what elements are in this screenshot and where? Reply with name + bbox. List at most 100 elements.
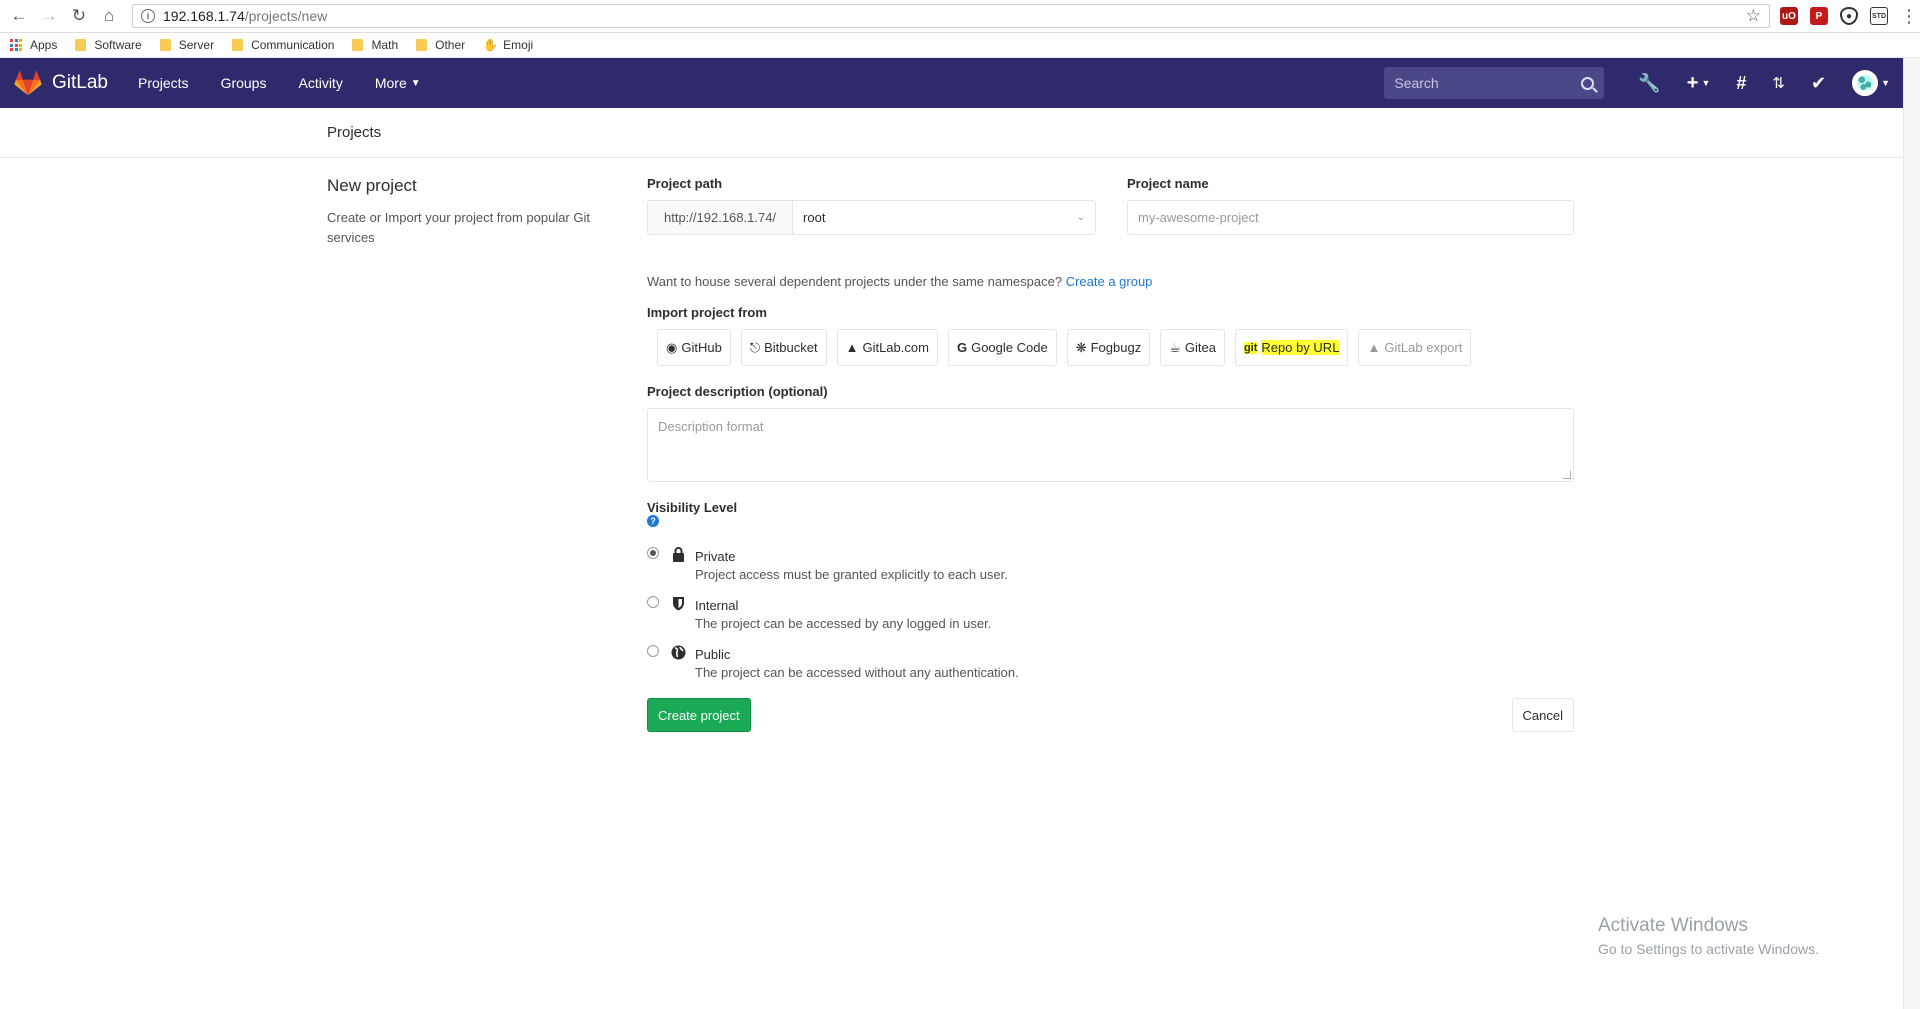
folder-icon (159, 39, 171, 51)
form-actions: Create project Cancel (647, 698, 1574, 732)
private-title: Private (695, 549, 736, 564)
project-path-input-group: http://192.168.1.74/ root ⌄ (647, 200, 1096, 235)
ublock-icon[interactable]: uO (1780, 7, 1798, 25)
internal-title: Internal (695, 598, 739, 613)
chevron-down-icon: ▼ (1701, 78, 1711, 88)
reload-icon[interactable]: ↻ (66, 3, 92, 29)
shield-extension-icon[interactable]: ● (1840, 7, 1858, 25)
hashtag-icon[interactable]: # (1736, 73, 1746, 94)
cancel-button[interactable]: Cancel (1511, 698, 1574, 732)
user-menu[interactable]: ▼ (1852, 70, 1890, 96)
bookmark-star-icon[interactable]: ☆ (1746, 6, 1761, 26)
bookmark-label: Communication (251, 38, 335, 52)
path-name-row: Project path http://192.168.1.74/ root ⌄… (647, 176, 1574, 235)
nav-more[interactable]: More ▼ (375, 75, 421, 91)
create-group-link[interactable]: Create a group (1066, 274, 1153, 289)
navbar-right: Search 🔧 + ▼ # ⇅ ✔ ▼ (1384, 67, 1890, 99)
folder-icon (352, 39, 364, 51)
gitlab-icon: ▲ (1367, 340, 1381, 355)
bookmark-server[interactable]: Server (159, 38, 214, 52)
import-project-label: Import project from (647, 305, 767, 320)
bookmark-other[interactable]: Other (416, 38, 465, 52)
extensions: uO P ● STD (1780, 7, 1888, 25)
browser-menu-icon[interactable]: ⋮ (1900, 6, 1918, 27)
new-plus-icon[interactable]: + ▼ (1687, 72, 1711, 95)
bookmark-software[interactable]: Software (75, 38, 142, 52)
search-input[interactable]: Search (1384, 67, 1605, 99)
import-gitlab-export-button[interactable]: ▲ GitLab export (1358, 329, 1472, 366)
project-name-label: Project name (1127, 176, 1209, 191)
help-icon[interactable]: ? (647, 515, 659, 527)
git-icon: git (1243, 341, 1258, 354)
nav-more-label: More (374, 75, 407, 91)
page-title: Projects (0, 108, 1920, 158)
back-arrow-icon[interactable]: ← (6, 3, 32, 29)
radio-internal[interactable] (647, 596, 659, 608)
todo-check-icon[interactable]: ✔ (1811, 73, 1826, 94)
bookmarks-bar: Apps Software Server Communication Math … (0, 33, 1920, 58)
visibility-label: Visibility Level ? (647, 500, 1574, 527)
gitlab-brand: GitLab (52, 72, 108, 93)
import-google-code-label: Google Code (971, 340, 1048, 355)
bookmark-math[interactable]: Math (352, 38, 398, 52)
import-gitlab-com-label: GitLab.com (862, 340, 929, 355)
import-gitlab-export-label: GitLab export (1384, 340, 1463, 355)
new-project-form: Project path http://192.168.1.74/ root ⌄… (647, 176, 1574, 732)
address-bar[interactable]: i 192.168.1.74/projects/new ☆ (132, 4, 1770, 28)
import-gitea-button[interactable]: ☕ Gitea (1160, 329, 1225, 366)
gitlab-navbar: GitLab Projects Groups Activity More ▼ Se… (0, 58, 1920, 108)
description-label: Project description (optional) (647, 384, 828, 399)
wrench-icon[interactable]: 🔧 (1638, 73, 1660, 94)
project-name-input[interactable]: my-awesome-project (1127, 200, 1574, 235)
main-nav-links: Projects Groups Activity More ▼ (138, 75, 421, 91)
new-project-description: Create or Import your project from popul… (327, 210, 590, 245)
import-repo-by-url-button[interactable]: git Repo by URL (1234, 329, 1349, 366)
forward-arrow-icon[interactable]: → (36, 3, 62, 29)
create-project-button[interactable]: Create project (647, 698, 751, 732)
search-placeholder: Search (1394, 75, 1439, 91)
public-title: Public (695, 647, 731, 662)
path-prefix: http://192.168.1.74/ (648, 201, 794, 234)
url-path: /projects/new (244, 8, 328, 24)
resize-handle[interactable] (1563, 471, 1571, 479)
radio-private[interactable] (647, 547, 659, 559)
info-icon[interactable]: i (141, 9, 155, 23)
nav-groups[interactable]: Groups (221, 75, 267, 91)
thumbs-up-icon: ✋ (483, 38, 499, 52)
chevron-down-icon: ▼ (1881, 78, 1890, 88)
import-github-button[interactable]: ◉ GitHub (657, 329, 731, 366)
nav-activity[interactable]: Activity (298, 75, 342, 91)
visibility-private[interactable]: Private Project access must be granted e… (647, 547, 1574, 582)
import-bitbucket-button[interactable]: ⎋ Bitbucket (740, 329, 827, 366)
bookmark-apps[interactable]: Apps (10, 38, 57, 52)
visibility-options: Private Project access must be granted e… (647, 547, 1574, 680)
radio-public[interactable] (647, 645, 659, 657)
import-fogbugz-label: Fogbugz (1090, 340, 1142, 355)
merge-request-icon[interactable]: ⇅ (1772, 74, 1785, 92)
privacy-extension-icon[interactable]: P (1810, 7, 1828, 25)
bookmark-communication[interactable]: Communication (232, 38, 334, 52)
bookmark-label: Other (435, 38, 466, 52)
std-extension-icon[interactable]: STD (1870, 7, 1888, 25)
nav-projects[interactable]: Projects (138, 75, 189, 91)
watermark-subtitle: Go to Settings to activate Windows. (1598, 941, 1819, 957)
gitlab-fox-icon (14, 70, 42, 96)
page-scrollbar[interactable] (1903, 58, 1920, 1009)
import-fogbugz-button[interactable]: ❋ Fogbugz (1066, 329, 1151, 366)
visibility-public[interactable]: Public The project can be accessed witho… (647, 645, 1574, 680)
bookmark-emoji[interactable]: ✋ Emoji (483, 38, 533, 52)
private-text: Private Project access must be granted e… (695, 547, 1008, 582)
description-textarea[interactable]: Description format (647, 408, 1574, 482)
gitlab-logo[interactable]: GitLab (14, 70, 108, 96)
description-placeholder: Description format (658, 419, 764, 434)
globe-icon (669, 645, 687, 680)
import-google-code-button[interactable]: G Google Code (947, 329, 1057, 366)
home-icon[interactable]: ⌂ (96, 3, 122, 29)
import-gitlab-com-button[interactable]: ▲ GitLab.com (836, 329, 938, 366)
folder-icon (232, 39, 244, 51)
search-icon (1581, 76, 1595, 90)
namespace-select[interactable]: root ⌄ (793, 201, 1095, 234)
bitbucket-icon: ⎋ (749, 339, 761, 355)
visibility-internal[interactable]: Internal The project can be accessed by … (647, 596, 1574, 631)
project-path-group: Project path http://192.168.1.74/ root ⌄ (647, 176, 1096, 235)
